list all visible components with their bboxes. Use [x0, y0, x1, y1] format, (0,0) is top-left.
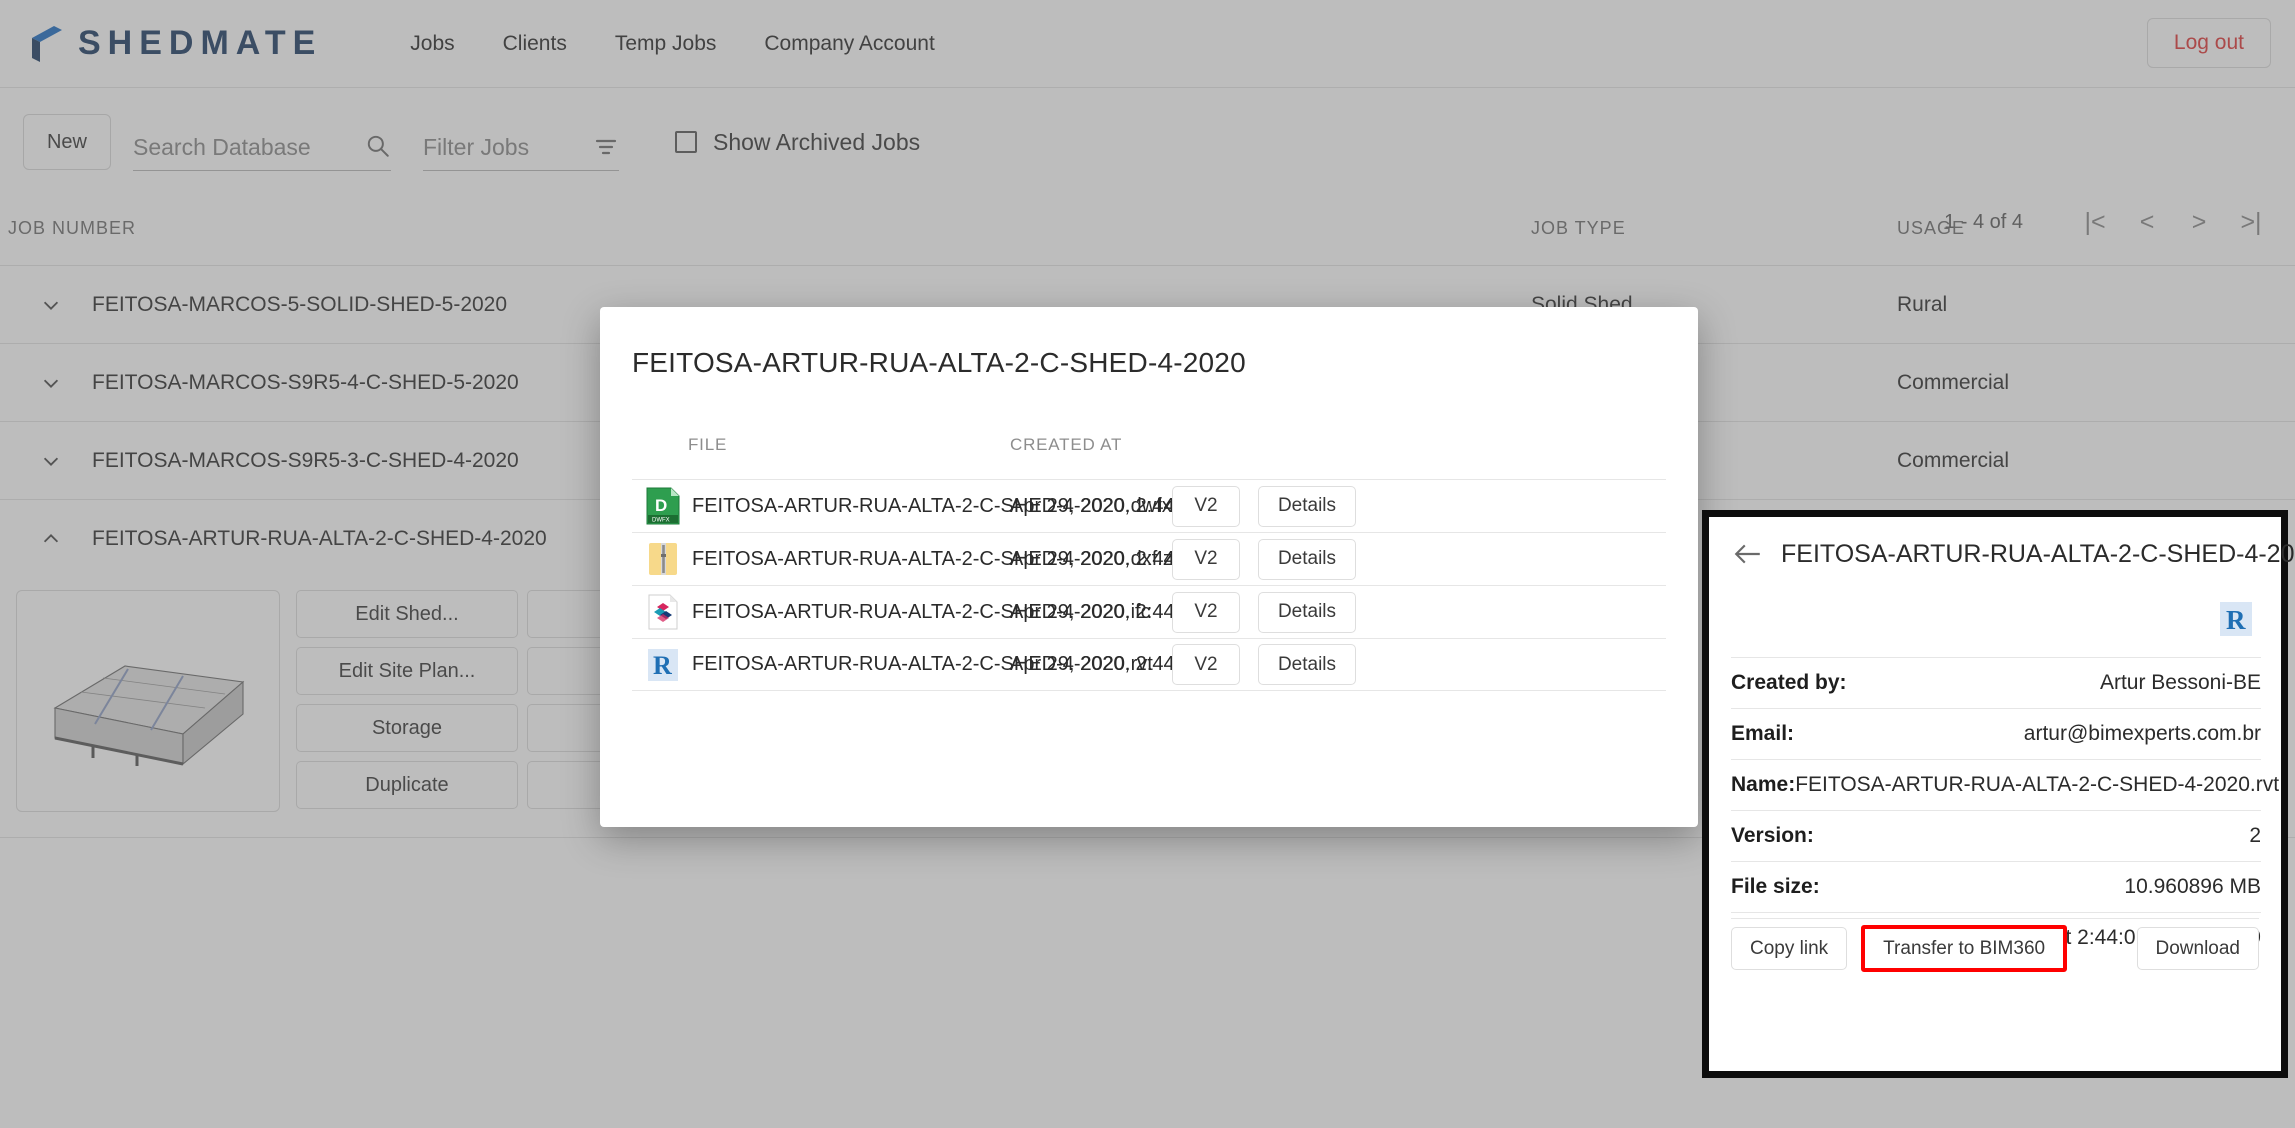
modal-column-headers: FILE CREATED AT — [600, 435, 1698, 473]
detail-row-file-size: File size: 10.960896 MB — [1731, 861, 2261, 912]
job-files-modal: FEITOSA-ARTUR-RUA-ALTA-2-C-SHED-4-2020 F… — [600, 307, 1698, 827]
file-details-panel: FEITOSA-ARTUR-RUA-ALTA-2-C-SHED-4-2020 R… — [1702, 510, 2295, 1078]
detail-value: Artur Bessoni-BE — [2099, 671, 2261, 694]
detail-label: Name: — [1731, 773, 1796, 796]
revit-file-icon: R — [2220, 602, 2252, 636]
detail-value: artur@bimexperts.com.br — [2023, 722, 2261, 745]
file-version-button[interactable]: V2 — [1172, 538, 1240, 580]
revit-file-icon: R — [648, 648, 678, 681]
file-details-header: FEITOSA-ARTUR-RUA-ALTA-2-C-SHED-4-2020 — [1709, 517, 2295, 591]
detail-value: 2 — [2249, 824, 2261, 847]
ifc-file-icon — [648, 594, 678, 630]
detail-row-version: Version: 2 — [1731, 810, 2261, 861]
download-button[interactable]: Download — [2136, 927, 2259, 970]
transfer-to-bim360-button[interactable]: Transfer to BIM360 — [1861, 925, 2068, 972]
file-details-actions: Copy link Transfer to BIM360 Download — [1731, 918, 2259, 978]
file-details-button[interactable]: Details — [1258, 485, 1356, 527]
file-details-button[interactable]: Details — [1258, 538, 1356, 580]
detail-row-email: Email: artur@bimexperts.com.br — [1731, 708, 2261, 759]
list-item[interactable]: FEITOSA-ARTUR-RUA-ALTA-2-C-SHED-4-2020.d… — [632, 532, 1666, 585]
list-item[interactable]: FEITOSA-ARTUR-RUA-ALTA-2-C-SHED-4-2020.i… — [632, 585, 1666, 638]
modal-file-list: D DWFX FEITOSA-ARTUR-RUA-ALTA-2-C-SHED-4… — [632, 479, 1666, 691]
list-item[interactable]: R FEITOSA-ARTUR-RUA-ALTA-2-C-SHED-4-2020… — [632, 638, 1666, 691]
modal-column-header-created-at: CREATED AT — [1010, 435, 1123, 454]
file-version-button[interactable]: V2 — [1172, 644, 1240, 685]
detail-row-created-by: Created by: Artur Bessoni-BE — [1731, 657, 2261, 708]
file-details-button[interactable]: Details — [1258, 591, 1356, 633]
svg-text:R: R — [2226, 605, 2246, 635]
file-version-button[interactable]: V2 — [1172, 485, 1240, 527]
svg-text:DWFX: DWFX — [652, 518, 670, 524]
detail-value: FEITOSA-ARTUR-RUA-ALTA-2-C-SHED-4-2020.r… — [1795, 773, 2280, 796]
zip-file-icon — [649, 543, 677, 575]
detail-row-name: Name: FEITOSA-ARTUR-RUA-ALTA-2-C-SHED-4-… — [1731, 759, 2279, 810]
app-root: SHEDMATE Jobs Clients Temp Jobs Company … — [0, 0, 2295, 1128]
list-item[interactable]: D DWFX FEITOSA-ARTUR-RUA-ALTA-2-C-SHED-4… — [632, 479, 1666, 532]
modal-column-header-file: FILE — [688, 435, 728, 454]
detail-label: Version: — [1731, 824, 1814, 847]
file-details-button[interactable]: Details — [1258, 644, 1356, 685]
file-details-title: FEITOSA-ARTUR-RUA-ALTA-2-C-SHED-4-2020 — [1781, 539, 2295, 568]
file-version-button[interactable]: V2 — [1172, 591, 1240, 633]
svg-text:D: D — [655, 496, 667, 515]
svg-text:R: R — [653, 651, 672, 680]
modal-title: FEITOSA-ARTUR-RUA-ALTA-2-C-SHED-4-2020 — [632, 347, 1246, 378]
detail-label: File size: — [1731, 875, 1820, 898]
detail-value: 10.960896 MB — [2124, 875, 2261, 898]
dwfx-file-icon: D DWFX — [646, 487, 680, 525]
detail-label: Email: — [1731, 722, 1795, 745]
detail-label: Created by: — [1731, 671, 1847, 694]
back-arrow-icon[interactable] — [1733, 537, 1763, 571]
copy-link-button[interactable]: Copy link — [1731, 927, 1848, 970]
